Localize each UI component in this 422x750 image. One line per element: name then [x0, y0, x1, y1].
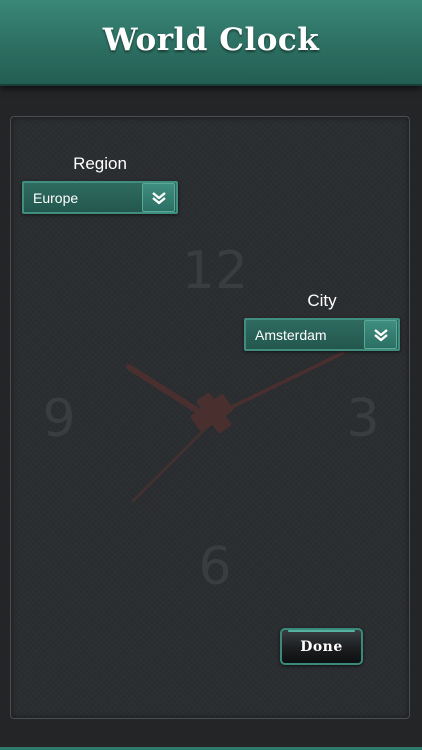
city-dropdown-button[interactable]: [364, 320, 397, 349]
page-title: World Clock: [102, 22, 320, 58]
region-label: Region: [73, 154, 127, 173]
done-button[interactable]: Done: [280, 628, 363, 665]
region-select-value: Europe: [33, 189, 79, 206]
city-select-value: Amsterdam: [255, 326, 327, 343]
region-dropdown-button[interactable]: [142, 183, 175, 212]
chevron-down-double-icon: [151, 191, 166, 204]
city-select[interactable]: Amsterdam: [244, 318, 400, 351]
city-label: City: [307, 291, 337, 310]
clock-center: [190, 392, 234, 434]
header-bar: World Clock: [0, 0, 422, 86]
done-button-label: Done: [300, 638, 343, 655]
chevron-down-double-icon: [373, 328, 388, 341]
region-select[interactable]: Europe: [22, 181, 178, 214]
